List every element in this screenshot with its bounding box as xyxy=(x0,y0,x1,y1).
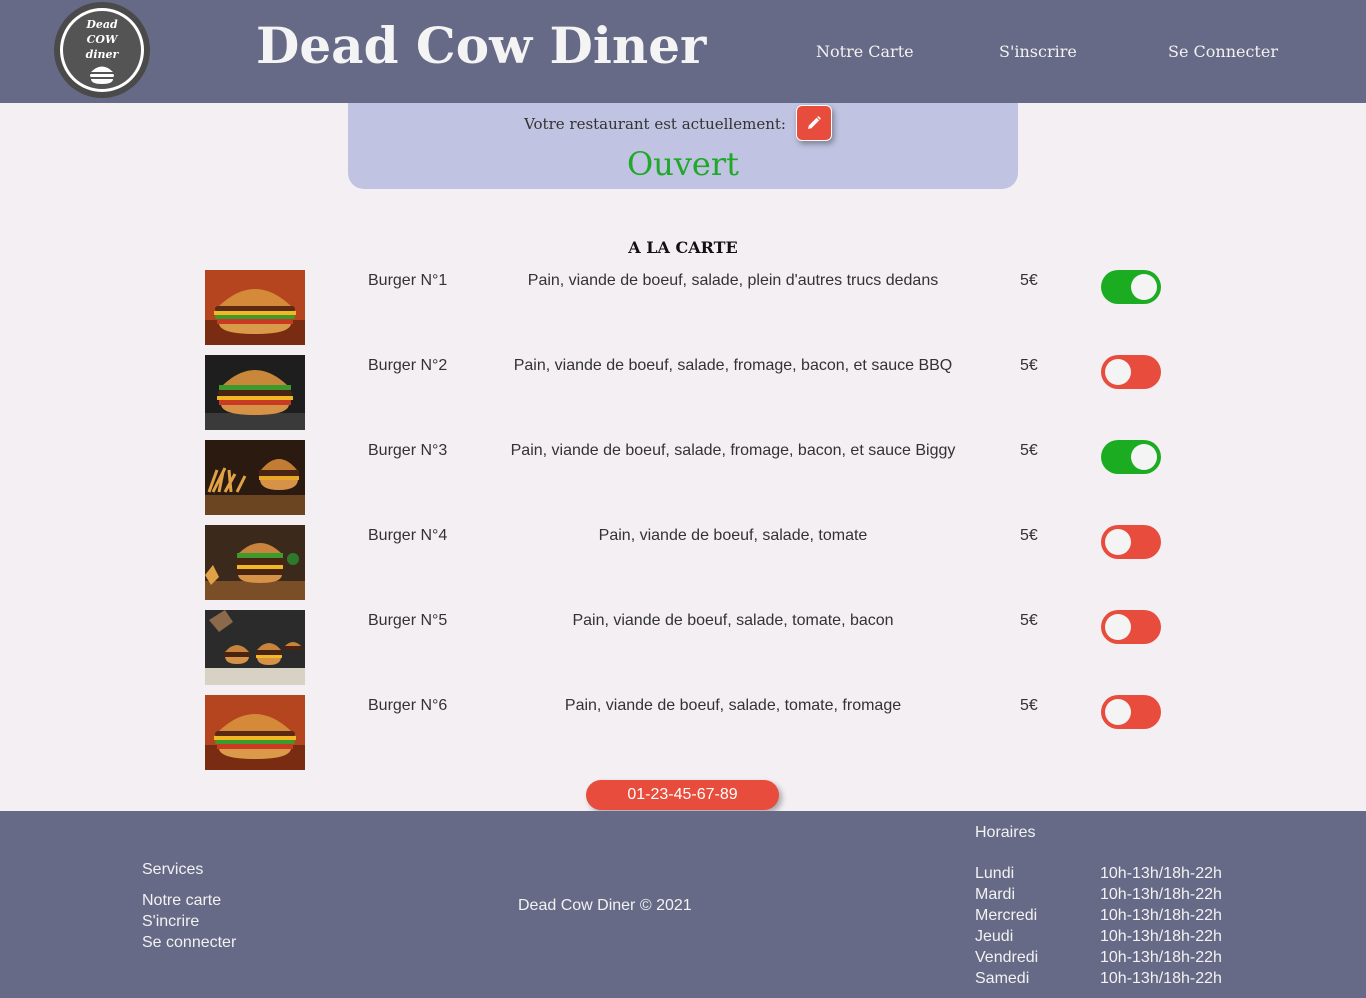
menu-item-row: Burger N°3 Pain, viande de boeuf, salade… xyxy=(205,440,1165,515)
logo-badge: Dead COW diner xyxy=(60,8,144,92)
nav-sinscrire[interactable]: S'inscrire xyxy=(999,42,1077,61)
item-name: Burger N°6 xyxy=(368,697,448,714)
item-description: Pain, viande de boeuf, salade, tomate, f… xyxy=(564,697,902,714)
item-name: Burger N°2 xyxy=(368,357,448,374)
restaurant-status-panel: Votre restaurant est actuellement: Ouver… xyxy=(348,103,1018,189)
menu-title: A LA CARTE xyxy=(628,238,738,257)
burger-photo xyxy=(205,270,305,345)
item-price: 5€ xyxy=(1020,527,1038,544)
services-heading: Services xyxy=(142,861,204,878)
burger-icon xyxy=(90,66,114,84)
menu-item-row: Burger N°5 Pain, viande de boeuf, salade… xyxy=(205,610,1165,685)
site-header: Dead COW diner Dead Cow Diner Notre Cart… xyxy=(0,0,1366,103)
status-label: Votre restaurant est actuellement: xyxy=(524,115,786,133)
item-price: 5€ xyxy=(1020,272,1038,289)
item-name: Burger N°3 xyxy=(368,442,448,459)
copyright: Dead Cow Diner © 2021 xyxy=(518,897,692,914)
availability-toggle[interactable] xyxy=(1101,525,1161,559)
hours-day: Samedi xyxy=(975,970,1030,987)
status-value: Ouvert xyxy=(626,145,739,183)
edit-status-button[interactable] xyxy=(796,105,832,141)
footer-link-sinscrire[interactable]: S'incrire xyxy=(142,913,199,931)
logo[interactable]: Dead COW diner xyxy=(54,2,150,98)
burger-photo xyxy=(205,695,305,770)
hours-time: 10h-13h/18h-22h xyxy=(1100,970,1222,987)
toggle-knob xyxy=(1105,359,1131,385)
hours-time: 10h-13h/18h-22h xyxy=(1100,907,1222,924)
burger-photo xyxy=(205,610,305,685)
hours-day: Mercredi xyxy=(975,907,1038,924)
phone-button[interactable]: 01-23-45-67-89 xyxy=(586,780,779,810)
availability-toggle[interactable] xyxy=(1101,355,1161,389)
hours-heading: Horaires xyxy=(975,824,1036,841)
item-description: Pain, viande de boeuf, salade, tomate, b… xyxy=(572,612,894,629)
availability-toggle[interactable] xyxy=(1101,440,1161,474)
availability-toggle[interactable] xyxy=(1101,270,1161,304)
hours-time: 10h-13h/18h-22h xyxy=(1100,928,1222,945)
hours-time: 10h-13h/18h-22h xyxy=(1100,886,1222,903)
item-description: Pain, viande de boeuf, salade, fromage, … xyxy=(510,442,956,459)
burger-photo xyxy=(205,525,305,600)
toggle-knob xyxy=(1105,699,1131,725)
nav-notre-carte[interactable]: Notre Carte xyxy=(816,42,914,61)
menu-item-row: Burger N°1 Pain, viande de boeuf, salade… xyxy=(205,270,1165,345)
hours-time: 10h-13h/18h-22h xyxy=(1100,949,1222,966)
item-name: Burger N°5 xyxy=(368,612,448,629)
hours-day: Lundi xyxy=(975,865,1015,882)
footer-link-notre-carte[interactable]: Notre carte xyxy=(142,892,221,910)
item-name: Burger N°1 xyxy=(368,272,448,289)
logo-text-line: COW xyxy=(86,33,118,46)
item-description: Pain, viande de boeuf, salade, plein d'a… xyxy=(527,272,939,289)
hours-day: Vendredi xyxy=(975,949,1039,966)
logo-text-line: diner xyxy=(85,48,119,61)
nav-se-connecter[interactable]: Se Connecter xyxy=(1168,42,1278,61)
site-title: Dead Cow Diner xyxy=(256,16,707,75)
item-price: 5€ xyxy=(1020,612,1038,629)
menu-item-row: Burger N°6 Pain, viande de boeuf, salade… xyxy=(205,695,1165,770)
pencil-icon xyxy=(808,116,821,129)
menu-item-row: Burger N°2 Pain, viande de boeuf, salade… xyxy=(205,355,1165,430)
toggle-knob xyxy=(1105,529,1131,555)
item-price: 5€ xyxy=(1020,442,1038,459)
item-price: 5€ xyxy=(1020,357,1038,374)
item-name: Burger N°4 xyxy=(368,527,448,544)
menu-item-row: Burger N°4 Pain, viande de boeuf, salade… xyxy=(205,525,1165,600)
footer-link-se-connecter[interactable]: Se connecter xyxy=(142,934,236,952)
item-description: Pain, viande de boeuf, salade, tomate xyxy=(598,527,868,544)
burger-photo xyxy=(205,440,305,515)
toggle-knob xyxy=(1131,274,1157,300)
availability-toggle[interactable] xyxy=(1101,610,1161,644)
item-price: 5€ xyxy=(1020,697,1038,714)
site-footer: Services Notre carte S'incrire Se connec… xyxy=(0,811,1366,998)
hours-day: Mardi xyxy=(975,886,1016,903)
toggle-knob xyxy=(1105,614,1131,640)
toggle-knob xyxy=(1131,444,1157,470)
burger-photo xyxy=(205,355,305,430)
hours-time: 10h-13h/18h-22h xyxy=(1100,865,1222,882)
item-description: Pain, viande de boeuf, salade, fromage, … xyxy=(513,357,953,374)
hours-day: Jeudi xyxy=(975,928,1014,945)
availability-toggle[interactable] xyxy=(1101,695,1161,729)
logo-text-line: Dead xyxy=(86,18,118,31)
